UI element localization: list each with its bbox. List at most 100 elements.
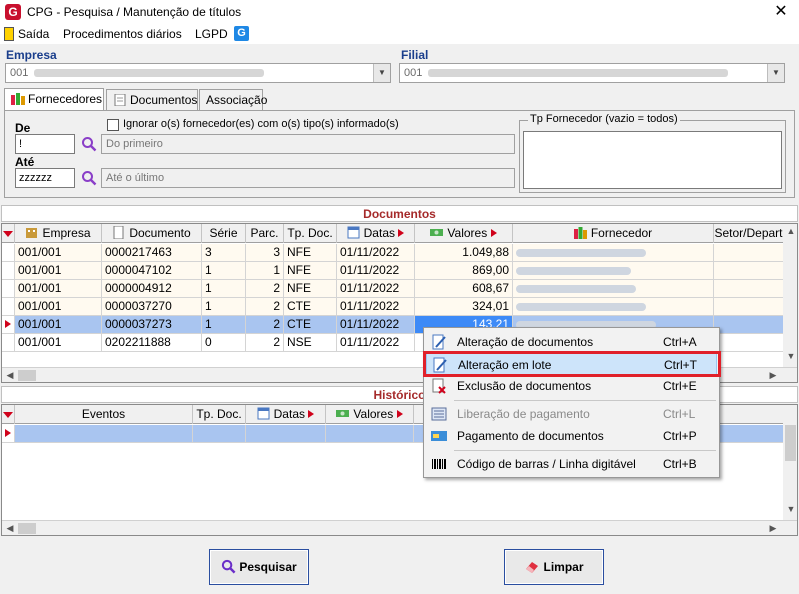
cell-serie[interactable]: 3 [202,244,246,262]
cell-eventos[interactable] [15,425,193,443]
col-valores[interactable]: Valores [415,224,513,243]
col-parc[interactable]: Parc. [246,224,284,243]
ignore-checkbox[interactable] [107,119,119,131]
menu-liberacao-pagamento[interactable]: Liberação de pagamento Ctrl+L [426,403,717,425]
cell-fornecedor[interactable] [513,298,714,316]
cell-serie[interactable]: 1 [202,298,246,316]
filial-select[interactable]: 001 ▼ [399,63,785,83]
cell-documento[interactable]: 0000217463 [102,244,202,262]
cell-serie[interactable]: 1 [202,280,246,298]
tab-fornecedores[interactable]: Fornecedores [4,88,104,111]
cell-parc[interactable]: 2 [246,298,284,316]
vscroll-thumb[interactable] [785,425,796,461]
lgpd-icon[interactable]: G [234,26,249,41]
cell-data[interactable]: 01/11/2022 [337,316,415,334]
menu-codigo-barras[interactable]: Código de barras / Linha digitável Ctrl+B [426,453,717,475]
menu-exclusao-documentos[interactable]: Exclusão de documentos Ctrl+E [426,375,717,397]
cell-setor[interactable] [714,262,784,280]
de-input[interactable]: ! [15,134,75,154]
cell-setor[interactable] [714,244,784,262]
cell-data[interactable]: 01/11/2022 [337,244,415,262]
menu-pagamento-documentos[interactable]: Pagamento de documentos Ctrl+P [426,425,717,447]
empresa-select[interactable]: 001 ▼ [5,63,391,83]
cell-data[interactable]: 01/11/2022 [337,334,415,352]
col-tpdoc[interactable]: Tp. Doc. [284,224,337,243]
cell-empresa[interactable]: 001/001 [15,298,102,316]
documentos-vscroll[interactable]: ▲ ▼ [783,224,797,368]
cell-setor[interactable] [714,316,784,334]
cell-empresa[interactable]: 001/001 [15,262,102,280]
col-serie[interactable]: Série [202,224,246,243]
cell-empresa[interactable]: 001/001 [15,316,102,334]
cell-fornecedor[interactable] [513,244,714,262]
cell-serie[interactable]: 0 [202,334,246,352]
cell-documento[interactable]: 0202211888 [102,334,202,352]
cell-setor[interactable] [714,280,784,298]
tab-documentos[interactable]: Documentos [106,89,198,110]
close-button[interactable]: ✕ [767,1,795,23]
chevron-down-icon[interactable]: ▼ [373,64,390,82]
cell-setor[interactable] [714,334,784,352]
menu-lgpd[interactable]: LGPD [195,27,228,41]
cell-empresa[interactable]: 001/001 [15,280,102,298]
table-row[interactable]: 001/001 0000217463 3 3 NFE 01/11/2022 1.049,88 [2,244,797,262]
cell-documento[interactable]: 0000037270 [102,298,202,316]
cell-parc[interactable]: 2 [246,280,284,298]
search-icon[interactable] [81,170,97,186]
col-documento[interactable]: Documento [102,224,202,243]
scroll-left-icon[interactable]: ◀ [2,370,18,381]
table-row[interactable]: 001/001 0000004912 1 2 NFE 01/11/2022 608,67 [2,280,797,298]
col-hist-valores[interactable]: Valores [326,405,414,424]
table-row[interactable]: 001/001 0000037270 1 2 CTE 01/11/2022 324,01 [2,298,797,316]
cell-parc[interactable]: 2 [246,316,284,334]
cell-tpdoc[interactable]: NFE [284,280,337,298]
tab-associacao[interactable]: Associação [199,89,267,110]
cell-empresa[interactable]: 001/001 [15,244,102,262]
cell-fornecedor[interactable] [513,262,714,280]
col-fornecedor[interactable]: Fornecedor [513,224,714,243]
cell-valor[interactable]: 324,01 [415,298,513,316]
cell-setor[interactable] [714,298,784,316]
scroll-right-icon[interactable]: ▶ [765,370,781,381]
cell-documento[interactable]: 0000004912 [102,280,202,298]
col-eventos[interactable]: Eventos [15,405,193,424]
cell-parc[interactable]: 1 [246,262,284,280]
cell-valor[interactable]: 608,67 [415,280,513,298]
cell-tpdoc[interactable]: CTE [284,316,337,334]
hscroll-thumb[interactable] [18,370,36,381]
pesquisar-button[interactable]: Pesquisar [209,549,309,585]
chevron-down-icon[interactable]: ▼ [767,64,784,82]
historico-hscroll[interactable]: ◀ ▶ [2,520,797,535]
cell-serie[interactable]: 1 [202,316,246,334]
cell-documento[interactable]: 0000037273 [102,316,202,334]
cell-empresa[interactable]: 001/001 [15,334,102,352]
cell-valor[interactable]: 1.049,88 [415,244,513,262]
tipo-fornecedor-list[interactable] [523,131,782,189]
cell-valor[interactable]: 869,00 [415,262,513,280]
cell-documento[interactable]: 0000047102 [102,262,202,280]
historico-vscroll[interactable]: ▼ [783,405,797,520]
menu-alteracao-documentos[interactable]: Alteração de documentos Ctrl+A [426,331,717,353]
cell-tpdoc[interactable]: CTE [284,298,337,316]
search-icon[interactable] [81,136,97,152]
limpar-button[interactable]: Limpar [504,549,604,585]
scroll-down-icon[interactable]: ▼ [783,351,797,361]
cell-data[interactable]: 01/11/2022 [337,262,415,280]
col-setor[interactable]: Setor/Depart [714,224,784,243]
menu-procedimentos[interactable]: Procedimentos diários [63,27,182,41]
cell-valores[interactable] [326,425,414,443]
col-hist-tpdoc[interactable]: Tp. Doc. [193,405,246,424]
cell-fornecedor[interactable] [513,280,714,298]
cell-parc[interactable]: 2 [246,334,284,352]
cell-tpdoc[interactable]: NSE [284,334,337,352]
cell-tpdoc[interactable]: NFE [284,244,337,262]
scroll-down-icon[interactable]: ▼ [783,504,797,514]
col-empresa[interactable]: Empresa [15,224,102,243]
scroll-left-icon[interactable]: ◀ [2,523,18,534]
cell-tpdoc[interactable]: NFE [284,262,337,280]
ate-input[interactable]: zzzzzz [15,168,75,188]
cell-data[interactable]: 01/11/2022 [337,280,415,298]
cell-datas[interactable] [246,425,326,443]
col-datas[interactable]: Datas [337,224,415,243]
cell-tpdoc[interactable] [193,425,246,443]
